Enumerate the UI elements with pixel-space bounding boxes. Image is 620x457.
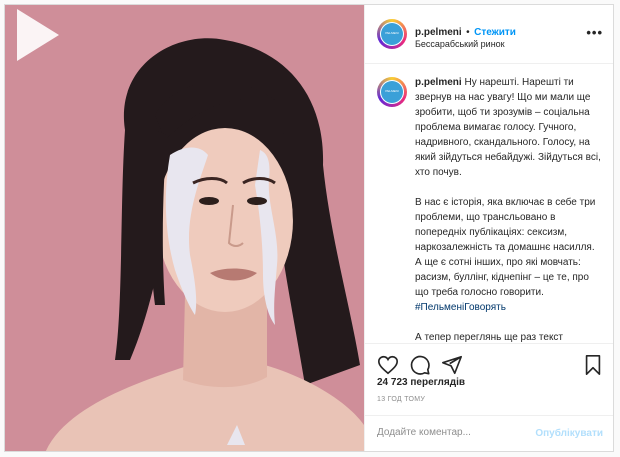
comment-box: Опублікувати bbox=[365, 415, 613, 451]
caption-paragraph-1: Ну нарешті. Нарешті ти звернув на нас ув… bbox=[415, 77, 601, 178]
post-sidebar: PELMENI p.pelmeni • Стежити Бессарабськи… bbox=[364, 5, 613, 451]
share-icon[interactable] bbox=[441, 354, 463, 376]
bookmark-icon[interactable] bbox=[583, 354, 603, 376]
caption-avatar-logo-text: PELMENI bbox=[385, 89, 399, 93]
views-count[interactable]: 24 723 переглядів bbox=[377, 377, 465, 388]
video-frame bbox=[5, 5, 364, 451]
heart-icon[interactable] bbox=[377, 354, 399, 376]
publish-button[interactable]: Опублікувати bbox=[535, 428, 603, 439]
avatar[interactable]: PELMENI bbox=[377, 19, 407, 49]
post-header: PELMENI p.pelmeni • Стежити Бессарабськи… bbox=[365, 5, 613, 64]
caption-paragraph-3: А тепер переглянь ще раз текст публікаці… bbox=[415, 332, 564, 343]
caption-paragraph-2: В нас є історія, яка включає в себе три … bbox=[415, 197, 596, 298]
hashtag-link[interactable]: #ПельменіГоворять bbox=[415, 302, 506, 313]
caption-username[interactable]: p.pelmeni bbox=[415, 77, 462, 88]
comment-input[interactable] bbox=[377, 427, 527, 438]
post-timestamp[interactable]: 13 ГОД ТОМУ bbox=[377, 396, 425, 403]
caption-avatar[interactable]: PELMENI bbox=[377, 77, 407, 107]
video-player[interactable] bbox=[5, 5, 364, 451]
location-link[interactable]: Бессарабський ринок bbox=[415, 39, 505, 49]
caption-area: PELMENI p.pelmeni Ну нарешті. Нарешті ти… bbox=[365, 63, 613, 343]
play-icon[interactable] bbox=[5, 5, 65, 65]
avatar-logo-text: PELMENI bbox=[385, 31, 399, 35]
comment-icon[interactable] bbox=[409, 354, 431, 376]
username-link[interactable]: p.pelmeni bbox=[415, 27, 462, 38]
follow-button[interactable]: Стежити bbox=[474, 27, 516, 38]
post-card: PELMENI p.pelmeni • Стежити Бессарабськи… bbox=[4, 4, 614, 452]
more-options-icon[interactable]: ••• bbox=[586, 25, 603, 40]
separator-dot: • bbox=[466, 27, 470, 38]
caption-text: p.pelmeni Ну нарешті. Нарешті ти звернув… bbox=[415, 75, 603, 343]
